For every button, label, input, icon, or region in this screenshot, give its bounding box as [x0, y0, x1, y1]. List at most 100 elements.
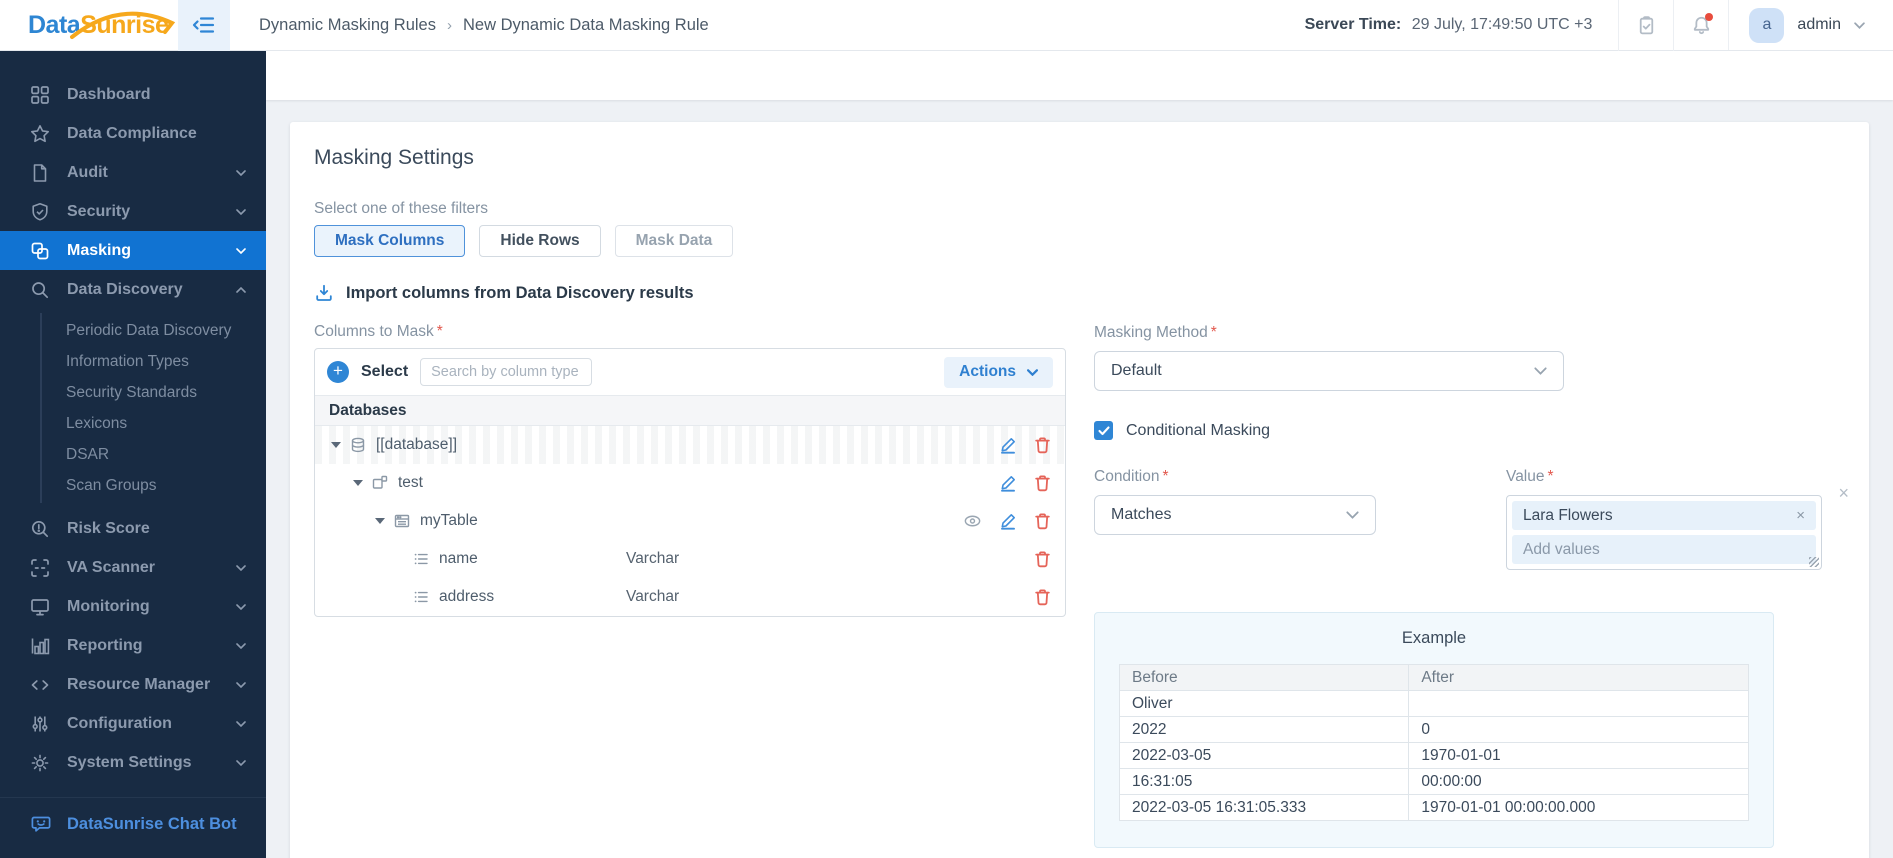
- check-icon: [1097, 425, 1110, 435]
- delete-icon[interactable]: [1034, 512, 1051, 530]
- caret-down-icon[interactable]: [375, 518, 385, 524]
- sidebar-item-security-standards[interactable]: Security Standards: [42, 377, 266, 408]
- user-menu[interactable]: a admin: [1728, 0, 1893, 50]
- shield-check-icon: [32, 202, 48, 221]
- tree-row-schema-test[interactable]: test: [315, 464, 1065, 502]
- sidebar-item-label: Dashboard: [67, 85, 151, 103]
- filter-button-group: Mask Columns Hide Rows Mask Data: [314, 225, 1066, 257]
- tree-row-column-address[interactable]: address Varchar: [315, 578, 1065, 616]
- tree-node-label: myTable: [420, 512, 478, 529]
- add-column-button[interactable]: +: [327, 361, 349, 383]
- caret-down-icon[interactable]: [331, 442, 341, 448]
- tree-node-label: name: [439, 550, 478, 567]
- header-right: Server Time: 29 July, 17:49:50 UTC +3 a …: [1305, 0, 1893, 51]
- chevron-up-icon: [236, 286, 246, 293]
- remove-value-icon[interactable]: ×: [1796, 507, 1805, 524]
- sidebar-item-security[interactable]: Security: [0, 192, 266, 231]
- sidebar-item-risk-score[interactable]: Risk Score: [0, 509, 266, 548]
- tree-row-column-name[interactable]: name Varchar: [315, 540, 1065, 578]
- sidebar-item-system-settings[interactable]: System Settings: [0, 743, 266, 782]
- condition-group: Condition * Matches: [1094, 468, 1376, 570]
- clear-values-icon[interactable]: ×: [1838, 484, 1849, 502]
- sidebar-item-dashboard[interactable]: Dashboard: [0, 75, 266, 114]
- chatbot-label: DataSunrise Chat Bot: [67, 814, 237, 833]
- before-column-header: Before: [1118, 664, 1410, 691]
- collapse-menu-icon: [192, 17, 215, 33]
- sidebar-collapse-button[interactable]: [178, 0, 230, 51]
- sidebar-item-label: Risk Score: [67, 519, 150, 537]
- delete-icon[interactable]: [1034, 550, 1051, 568]
- after-cell: 1970-01-01: [1408, 742, 1749, 769]
- hide-rows-button[interactable]: Hide Rows: [479, 225, 601, 257]
- sidebar-item-label: Reporting: [67, 636, 143, 654]
- resize-handle[interactable]: [1809, 557, 1819, 567]
- caret-down-icon[interactable]: [353, 480, 363, 486]
- value-box: Lara Flowers ×: [1506, 495, 1822, 570]
- masking-method-select[interactable]: Default: [1094, 351, 1564, 391]
- delete-icon[interactable]: [1034, 588, 1051, 606]
- after-cell: 0: [1408, 716, 1749, 743]
- breadcrumb-item-rules[interactable]: Dynamic Masking Rules: [259, 16, 436, 35]
- columns-section: Select one of these filters Mask Columns…: [314, 200, 1066, 848]
- sidebar: Dashboard Data Compliance Audit Security…: [0, 51, 266, 858]
- user-name: admin: [1797, 16, 1841, 33]
- add-values-input[interactable]: [1512, 535, 1816, 564]
- value-tag-text: Lara Flowers: [1523, 506, 1613, 524]
- chevron-down-icon: [236, 642, 246, 649]
- notifications-button[interactable]: [1673, 0, 1728, 51]
- sidebar-item-va-scanner[interactable]: VA Scanner: [0, 548, 266, 587]
- example-header-row: Before After: [1118, 664, 1749, 691]
- required-marker: *: [1162, 468, 1169, 485]
- column-type-search-input[interactable]: [420, 358, 593, 386]
- sidebar-item-configuration[interactable]: Configuration: [0, 704, 266, 743]
- column-type: Varchar: [626, 588, 680, 605]
- preview-icon[interactable]: [963, 513, 982, 529]
- sidebar-item-label: Resource Manager: [67, 675, 211, 693]
- sidebar-item-audit[interactable]: Audit: [0, 153, 266, 192]
- sidebar-item-data-discovery[interactable]: Data Discovery: [0, 270, 266, 309]
- sidebar-item-information-types[interactable]: Information Types: [42, 346, 266, 377]
- masking-method-section: Masking Method * Default Conditional Mask…: [1082, 200, 1849, 848]
- chevron-down-icon: [236, 247, 246, 254]
- sidebar-item-periodic-data-discovery[interactable]: Periodic Data Discovery: [42, 315, 266, 346]
- delete-icon[interactable]: [1034, 474, 1051, 492]
- condition-select[interactable]: Matches: [1094, 495, 1376, 535]
- sliders-icon: [32, 716, 48, 731]
- sidebar-item-scan-groups[interactable]: Scan Groups: [42, 470, 266, 501]
- sidebar-item-monitoring[interactable]: Monitoring: [0, 587, 266, 626]
- mask-columns-button[interactable]: Mask Columns: [314, 225, 466, 257]
- delete-icon[interactable]: [1034, 436, 1051, 454]
- example-row: 16:31:05 00:00:00: [1118, 768, 1749, 795]
- sidebar-item-dsar[interactable]: DSAR: [42, 439, 266, 470]
- tree-row-database[interactable]: [[database]]: [315, 426, 1065, 464]
- schema-icon: [372, 475, 388, 489]
- server-time-label: Server Time:: [1304, 16, 1402, 33]
- server-time: Server Time: 29 July, 17:49:50 UTC +3: [1305, 16, 1619, 34]
- gear-icon: [31, 754, 49, 771]
- sidebar-item-data-compliance[interactable]: Data Compliance: [0, 114, 266, 153]
- sidebar-item-reporting[interactable]: Reporting: [0, 626, 266, 665]
- tree-row-table-mytable[interactable]: myTable: [315, 502, 1065, 540]
- value-tag: Lara Flowers ×: [1512, 501, 1816, 530]
- tree-node-label: address: [439, 588, 495, 605]
- example-table: Before After Oliver 2022 0 2022-03-05 19…: [1118, 664, 1749, 821]
- edit-icon[interactable]: [999, 512, 1017, 530]
- sidebar-item-resource-manager[interactable]: Resource Manager: [0, 665, 266, 704]
- sidebar-item-masking[interactable]: Masking: [0, 231, 266, 270]
- conditional-masking-checkbox[interactable]: [1094, 421, 1113, 440]
- sidebar-item-label: Data Compliance: [67, 124, 197, 142]
- chat-bot-icon: [31, 816, 51, 832]
- edit-icon[interactable]: [999, 436, 1017, 454]
- import-columns-link[interactable]: Import columns from Data Discovery resul…: [314, 283, 1066, 303]
- import-columns-label: Import columns from Data Discovery resul…: [346, 283, 694, 302]
- example-panel: Example Before After Oliver 2022 0 2022-…: [1094, 612, 1774, 848]
- mask-data-button[interactable]: Mask Data: [614, 225, 734, 257]
- conditional-masking-row: Conditional Masking: [1094, 421, 1845, 440]
- required-marker: *: [1547, 468, 1554, 485]
- sidebar-item-chatbot[interactable]: DataSunrise Chat Bot: [0, 798, 266, 850]
- actions-button[interactable]: Actions: [944, 356, 1053, 388]
- sidebar-item-lexicons[interactable]: Lexicons: [42, 408, 266, 439]
- tasks-button[interactable]: [1618, 0, 1673, 51]
- edit-icon[interactable]: [999, 474, 1017, 492]
- example-row: 2022 0: [1118, 716, 1749, 743]
